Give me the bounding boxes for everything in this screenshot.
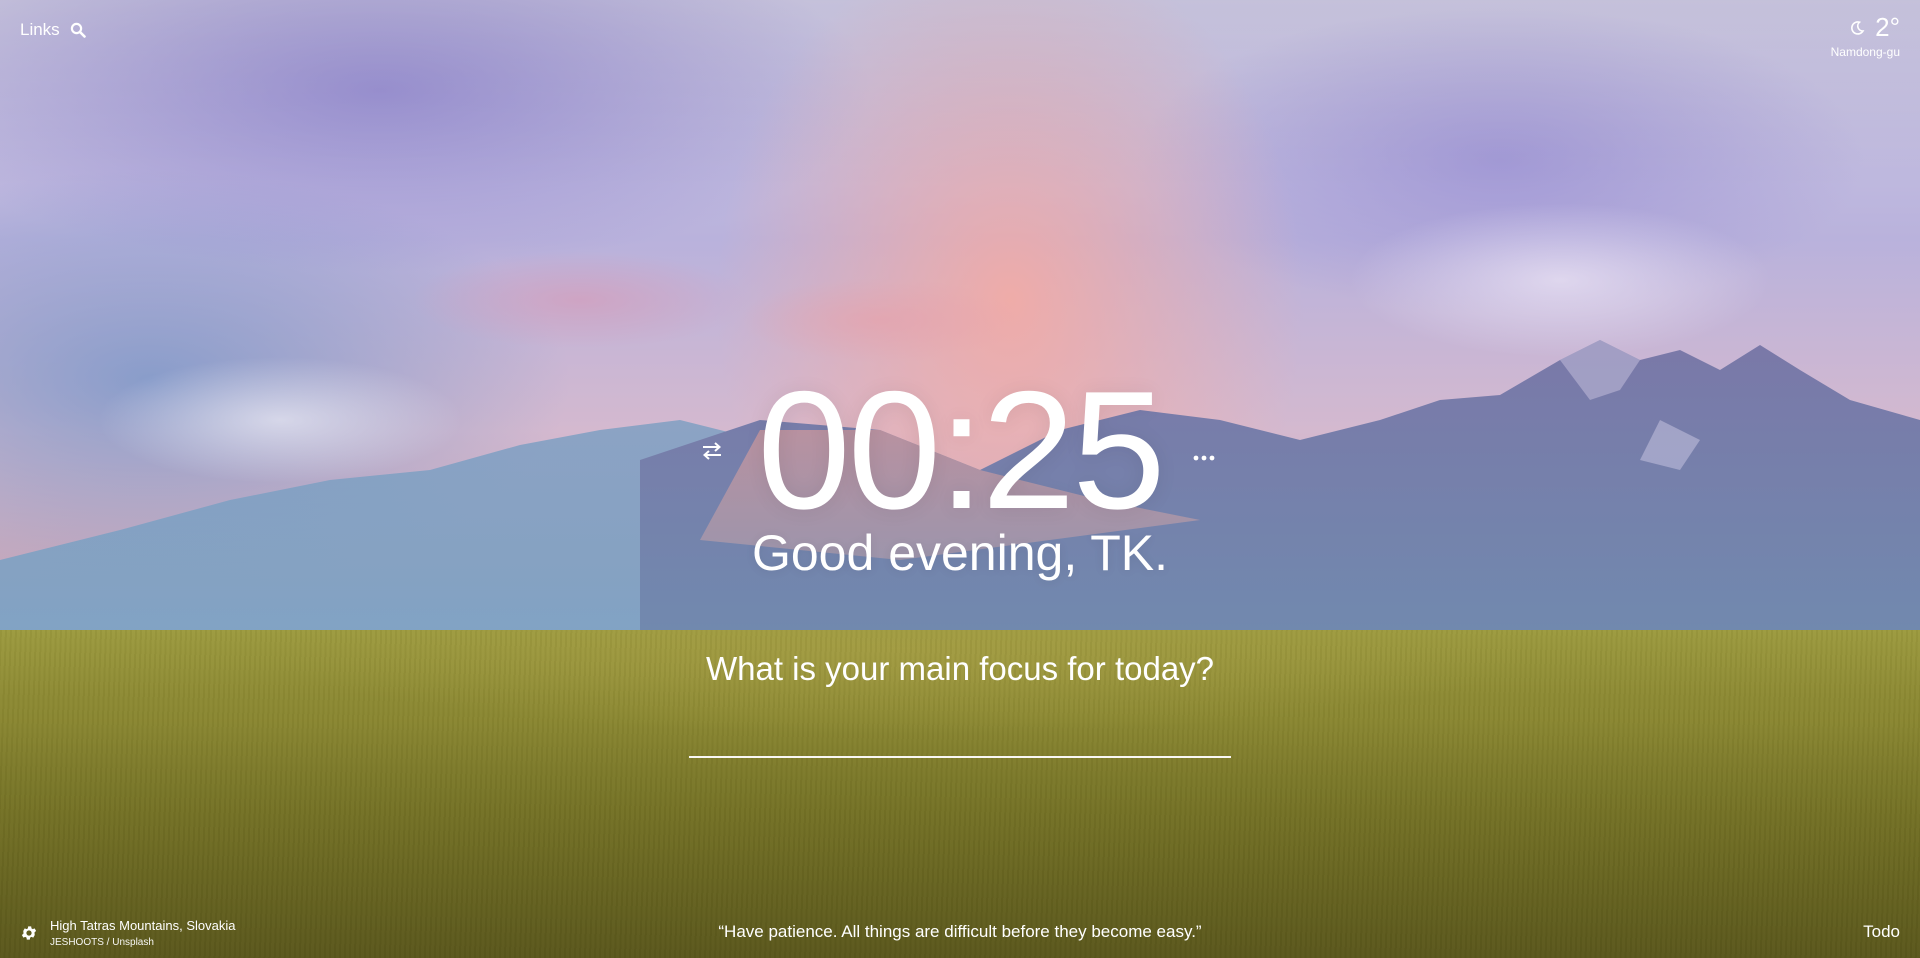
weather-widget[interactable]: 2° Namdong-gu (1831, 12, 1900, 59)
clock: 00:25 (757, 356, 1165, 544)
clock-row: 00:25 (703, 356, 1215, 544)
dashboard: Links 2° Namdong-gu 00:25 Good evening, … (0, 0, 1920, 958)
search-icon[interactable] (70, 22, 86, 38)
focus-question: What is your main focus for today? (705, 650, 1215, 687)
weather-temperature: 2° (1875, 12, 1900, 42)
links-button[interactable]: Links (20, 20, 60, 40)
links-area: Links (20, 20, 86, 40)
swap-icon[interactable] (699, 440, 725, 462)
more-icon[interactable] (1193, 448, 1215, 461)
weather-row: 2° (1831, 12, 1900, 43)
weather-location: Namdong-gu (1830, 45, 1900, 59)
moon-icon (1849, 20, 1865, 36)
todo-button[interactable]: Todo (1863, 922, 1900, 942)
center-content: 00:25 Good evening, TK. What is your mai… (0, 356, 1920, 758)
focus-input[interactable] (689, 710, 1231, 758)
quote[interactable]: “Have patience. All things are difficult… (0, 922, 1920, 942)
